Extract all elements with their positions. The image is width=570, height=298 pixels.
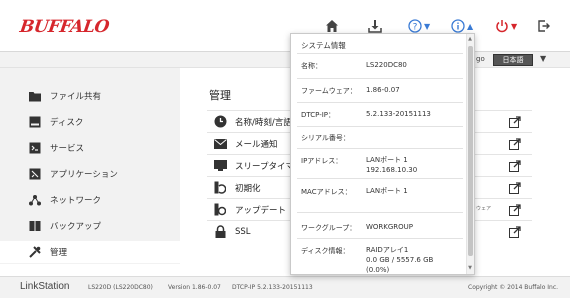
info-label-mac: MACアドレス： xyxy=(301,188,352,196)
sidebar-item-label: ディスク xyxy=(50,118,84,128)
sidebar-item-label: サービス xyxy=(50,144,85,154)
sidebar-item-label: ファイル共有 xyxy=(50,92,102,102)
sidebar-item-label: アプリケーション xyxy=(50,170,118,180)
language-select[interactable]: 日本語 xyxy=(493,54,533,66)
info-value-ip: LANポート 1 192.168.10.30 xyxy=(366,156,418,174)
info-value-name: LS220DC80 xyxy=(366,61,407,69)
chevron-up-icon: ▲ xyxy=(467,21,474,31)
info-label-ip: IPアドレス： xyxy=(301,157,343,165)
sidebar-item-label: バックアップ xyxy=(50,222,102,232)
system-info-popup: システム情報 名称： LS220DC80 ファームウェア： 1.86-0.07 … xyxy=(290,33,475,275)
sidebar-item-applications[interactable]: アプリケーション xyxy=(0,163,180,185)
chevron-down-icon: ▼ xyxy=(424,21,431,31)
lock-icon xyxy=(213,225,227,239)
footer-version: Version 1.86-0.07 xyxy=(168,284,221,291)
sidebar-item-file-sharing[interactable]: ファイル共有 xyxy=(0,85,180,107)
external-link-icon[interactable] xyxy=(509,159,521,172)
svg-text:?: ? xyxy=(413,22,418,32)
divider xyxy=(297,126,463,127)
chevron-down-icon[interactable]: ▼ xyxy=(540,54,546,63)
update-icon xyxy=(213,203,227,217)
popup-scrollbar-thumb[interactable] xyxy=(468,46,473,256)
disk-icon xyxy=(29,116,41,128)
info-value-mac: LANポート 1 xyxy=(366,187,408,195)
footer-model: LS220D (LS220DC80) xyxy=(88,284,153,291)
settings-row-label: 初期化 xyxy=(235,183,261,194)
external-link-icon[interactable] xyxy=(509,225,521,238)
sidebar-item-backup[interactable]: バックアップ xyxy=(0,215,180,237)
divider xyxy=(297,53,463,54)
info-label-dtcp: DTCP-IP： xyxy=(301,111,336,119)
external-link-icon[interactable] xyxy=(509,181,521,194)
backup-icon xyxy=(29,220,41,232)
language-label: go xyxy=(476,55,485,63)
external-link-icon[interactable] xyxy=(509,137,521,150)
divider xyxy=(297,148,463,149)
application-icon xyxy=(29,168,41,180)
tools-icon xyxy=(29,246,41,258)
sidebar-item-disk[interactable]: ディスク xyxy=(0,111,180,133)
sidebar-item-network[interactable]: ネットワーク xyxy=(0,189,180,211)
info-value-firmware: 1.86-0.07 xyxy=(366,86,400,94)
scroll-up-icon[interactable]: ▲ xyxy=(467,36,473,42)
sleep-timer-icon xyxy=(213,159,227,173)
footer-dtcp: DTCP-IP 5.2.133-20151113 xyxy=(232,284,313,291)
network-icon xyxy=(29,194,41,206)
divider xyxy=(297,238,463,239)
info-value-disk: RAIDアレイ1 0.0 GB / 5557.6 GB (0.0%) xyxy=(366,246,434,274)
info-value-dtcp: 5.2.133-20151113 xyxy=(366,110,431,118)
popup-title: システム情報 xyxy=(301,41,346,50)
logout-icon[interactable] xyxy=(537,16,551,36)
service-icon xyxy=(29,142,41,154)
divider xyxy=(297,102,463,103)
info-label-serial: シリアル番号： xyxy=(301,134,350,142)
settings-row-label: SSL xyxy=(235,226,251,237)
info-label-workgroup: ワークグループ： xyxy=(301,224,357,232)
info-label-name: 名称： xyxy=(301,62,322,70)
clock-icon xyxy=(213,115,227,129)
info-label-disk: ディスク情報： xyxy=(301,247,350,255)
settings-row-label: アップデート xyxy=(235,205,287,216)
sidebar-item-services[interactable]: サービス xyxy=(0,137,180,159)
scroll-down-icon[interactable]: ▼ xyxy=(467,265,473,271)
chevron-down-icon: ▼ xyxy=(511,21,518,31)
info-value-workgroup: WORKGROUP xyxy=(366,223,414,231)
external-link-icon[interactable] xyxy=(509,203,521,216)
power-icon[interactable]: ▼ xyxy=(495,16,517,36)
divider xyxy=(297,212,463,213)
update-note: ウェア xyxy=(476,206,492,212)
info-label-firmware: ファームウェア： xyxy=(301,87,357,95)
product-name: LinkStation xyxy=(20,281,70,292)
external-link-icon[interactable] xyxy=(509,115,521,128)
settings-row-label: 名称/時刻/言語 xyxy=(235,117,292,128)
sidebar-item-label: ネットワーク xyxy=(50,196,102,206)
divider xyxy=(297,178,463,179)
divider xyxy=(297,78,463,79)
sidebar-item-management[interactable]: 管理 xyxy=(0,241,180,263)
folder-icon xyxy=(29,90,41,102)
mail-icon xyxy=(213,137,227,151)
sidebar: ファイル共有 ディスク サービス アプリケーション ネットワーク バックアップ … xyxy=(0,68,180,264)
footer-copyright: Copyright © 2014 Buffalo Inc. xyxy=(468,284,559,291)
page-title: 管理 xyxy=(209,89,231,102)
settings-row-label: メール通知 xyxy=(235,139,278,150)
buffalo-logo: BUFFALO xyxy=(18,17,111,37)
reset-icon xyxy=(213,181,227,195)
sidebar-item-label: 管理 xyxy=(50,248,68,258)
